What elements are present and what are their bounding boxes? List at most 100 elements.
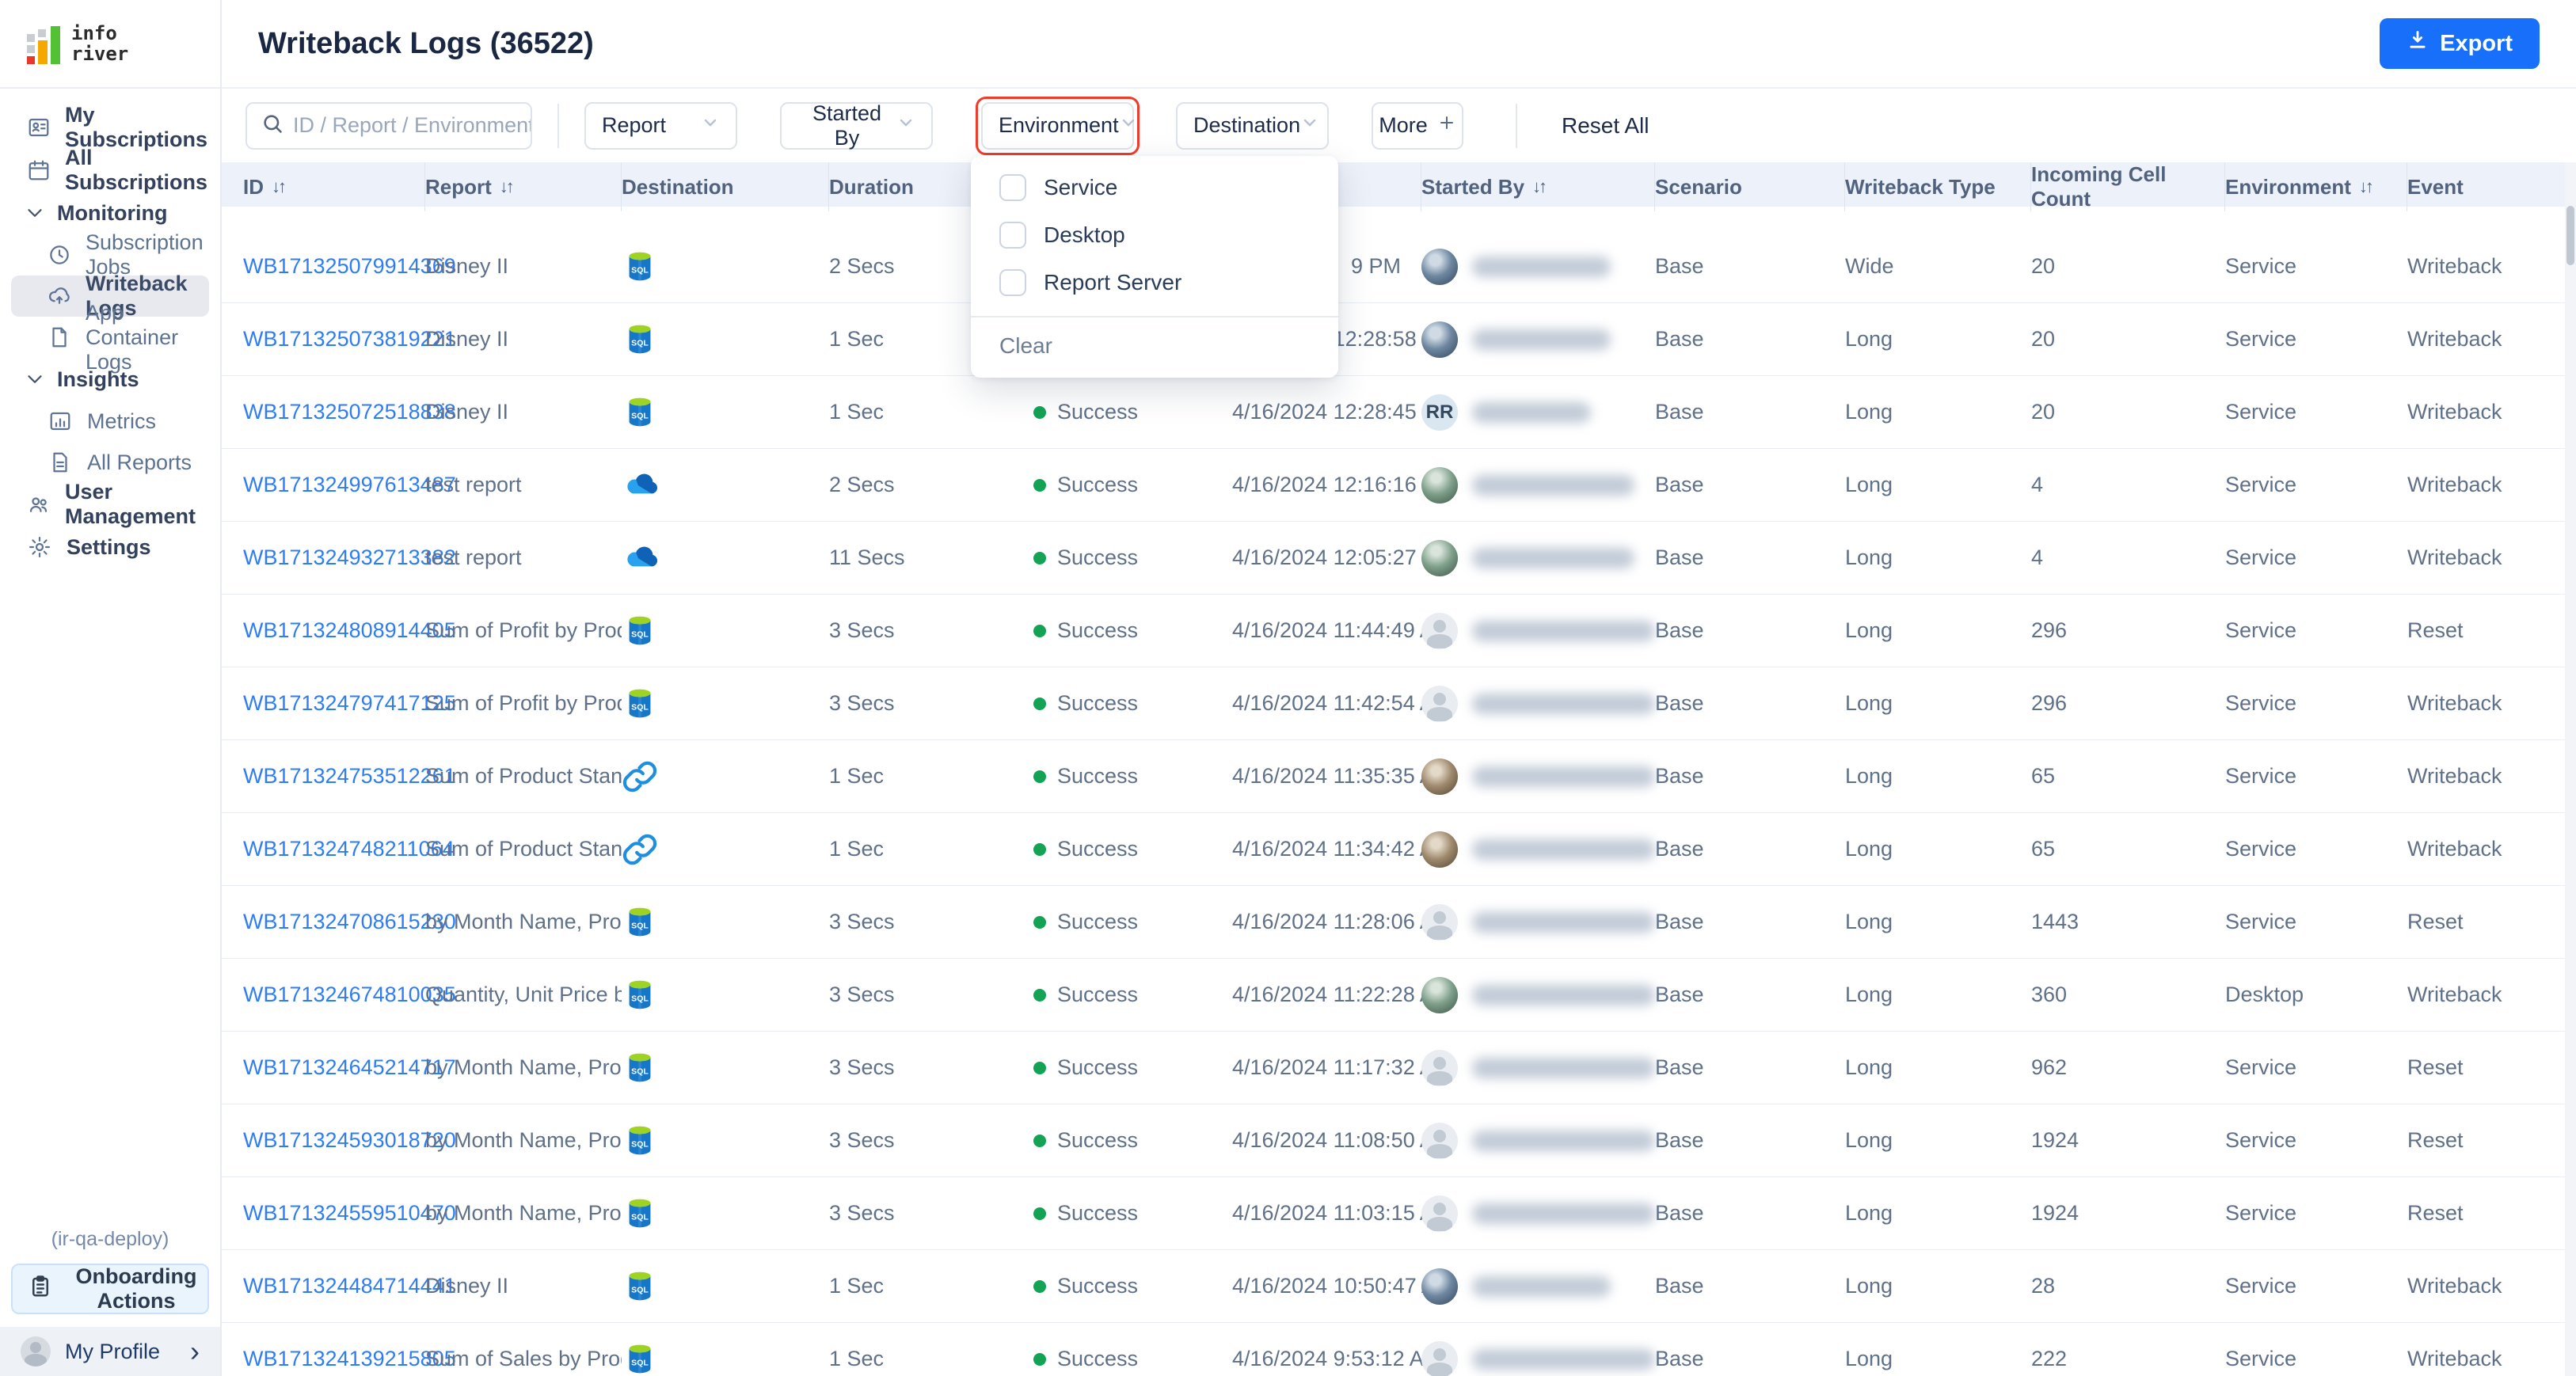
sort-arrows-icon[interactable]: ↓↑ bbox=[1532, 177, 1545, 197]
sidebar-item-label: Metrics bbox=[87, 409, 156, 434]
log-id-link[interactable]: WB171324748211064 bbox=[243, 837, 425, 861]
table-row: WB171324139215805Sum of Sales by Product… bbox=[222, 1323, 2576, 1376]
checkbox[interactable] bbox=[999, 269, 1026, 296]
log-id-link[interactable]: WB171324708615230 bbox=[243, 910, 425, 934]
log-id-link[interactable]: WB171324559510470 bbox=[243, 1201, 425, 1226]
writeback-type-value: Long bbox=[1845, 545, 2031, 570]
status-label: Success bbox=[1057, 983, 1138, 1007]
started-at-value: 4/16/2024 11:28:06 AM bbox=[1232, 910, 1421, 934]
environment-option-desktop[interactable]: Desktop bbox=[971, 211, 1338, 259]
column-header-report[interactable]: Report↓↑ bbox=[425, 162, 622, 211]
environment-option-service[interactable]: Service bbox=[971, 164, 1338, 211]
table-row: WB171324559510470by Month Name, Product,… bbox=[222, 1177, 2576, 1250]
user-name-redacted bbox=[1472, 548, 1634, 568]
option-label: Report Server bbox=[1044, 270, 1181, 295]
sidebar-item-my-subscriptions[interactable]: My Subscriptions bbox=[0, 106, 220, 149]
log-id-link[interactable]: WB171324997613487 bbox=[243, 473, 425, 497]
report-name: Sum of Profit by Product, S bbox=[425, 691, 622, 716]
sidebar-item-label: My Subscriptions bbox=[65, 103, 220, 152]
duration-value: 1 Sec bbox=[829, 400, 1033, 424]
topbar: Writeback Logs (36522) Export bbox=[222, 0, 2576, 89]
started-at-value: 4/16/2024 11:44:49 AM bbox=[1232, 618, 1421, 643]
sidebar-bottom: (ir-qa-deploy) Onboarding Actions My Pro… bbox=[0, 1228, 220, 1376]
log-id-link[interactable]: WB171324484714441 bbox=[243, 1274, 425, 1298]
user-name-redacted bbox=[1472, 1276, 1611, 1297]
search-input[interactable] bbox=[293, 113, 531, 138]
scenario-value: Base bbox=[1655, 691, 1845, 716]
started-at-value: 4/16/2024 9:53:12 AM bbox=[1232, 1347, 1421, 1371]
started-at-value: 4/16/2024 11:17:32 AM bbox=[1232, 1055, 1421, 1080]
export-button[interactable]: Export bbox=[2380, 18, 2540, 69]
sidebar-item-settings[interactable]: Settings bbox=[0, 526, 220, 568]
column-header-environment[interactable]: Environment↓↑ bbox=[2225, 162, 2407, 211]
status-badge: Success bbox=[1033, 764, 1232, 789]
sort-arrows-icon[interactable]: ↓↑ bbox=[2359, 177, 2372, 197]
svg-text:SQL: SQL bbox=[631, 702, 649, 712]
log-id-link[interactable]: WB171324932713382 bbox=[243, 545, 425, 570]
checkbox[interactable] bbox=[999, 174, 1026, 201]
event-value: Reset bbox=[2407, 910, 2576, 934]
filter-environment-button[interactable]: Environment bbox=[981, 102, 1134, 150]
sidebar-item-monitoring[interactable]: Monitoring bbox=[0, 192, 220, 234]
table-row: WB171324593018720by Month Name, Product,… bbox=[222, 1104, 2576, 1177]
sidebar-item-app-container-logs[interactable]: App Container Logs bbox=[0, 317, 220, 358]
log-id-link[interactable]: WB171325073819221 bbox=[243, 327, 425, 352]
status-label: Success bbox=[1057, 910, 1138, 934]
log-id-link[interactable]: WB171324753512261 bbox=[243, 764, 425, 789]
incoming-cell-count-value: 962 bbox=[2031, 1055, 2225, 1080]
scrollbar-thumb[interactable] bbox=[2566, 206, 2574, 265]
user-name-redacted bbox=[1472, 329, 1611, 350]
sidebar-item-user-management[interactable]: User Management bbox=[0, 483, 220, 526]
log-id-link[interactable]: WB171324645214717 bbox=[243, 1055, 425, 1080]
search-box[interactable] bbox=[245, 102, 532, 150]
log-id-link[interactable]: WB171325079914369 bbox=[243, 254, 425, 279]
table-row: WB171324645214717by Month Name, Product,… bbox=[222, 1032, 2576, 1104]
calendar-icon bbox=[27, 158, 51, 182]
checkbox[interactable] bbox=[999, 222, 1026, 249]
incoming-cell-count-value: 65 bbox=[2031, 837, 2225, 861]
column-header-started-by[interactable]: Started By↓↑ bbox=[1421, 162, 1655, 211]
log-id-link[interactable]: WB171324797417125 bbox=[243, 691, 425, 716]
report-name: Sum of Product Standard C bbox=[425, 764, 622, 789]
column-header-id[interactable]: ID↓↑ bbox=[243, 162, 425, 211]
sort-arrows-icon[interactable]: ↓↑ bbox=[500, 177, 512, 197]
environment-value: Service bbox=[2225, 473, 2407, 497]
gear-icon bbox=[27, 535, 52, 559]
table-row: WB171324708615230by Month Name, Product,… bbox=[222, 886, 2576, 959]
sidebar-item-all-subscriptions[interactable]: All Subscriptions bbox=[0, 149, 220, 192]
vertical-scrollbar[interactable] bbox=[2565, 162, 2576, 1376]
my-profile-item[interactable]: My Profile › bbox=[0, 1327, 220, 1376]
success-dot-icon bbox=[1033, 843, 1046, 856]
more-filters-button[interactable]: More bbox=[1372, 102, 1463, 150]
destination-sql-icon: SQL bbox=[622, 394, 829, 431]
report-name: Sum of Profit by Product, S bbox=[425, 618, 622, 643]
log-id-link[interactable]: WB171324808914405 bbox=[243, 618, 425, 643]
svg-text:SQL: SQL bbox=[631, 629, 649, 639]
started-by-cell bbox=[1421, 321, 1655, 358]
sort-arrows-icon[interactable]: ↓↑ bbox=[272, 177, 284, 197]
export-label: Export bbox=[2440, 31, 2513, 57]
report-name: by Month Name, Product, S bbox=[425, 1055, 622, 1080]
filter-started-by-button[interactable]: Started By bbox=[780, 102, 933, 150]
environment-value: Service bbox=[2225, 691, 2407, 716]
sidebar-item-label: Monitoring bbox=[57, 201, 167, 226]
reset-all-button[interactable]: Reset All bbox=[1562, 113, 1649, 139]
sidebar-item-metrics[interactable]: Metrics bbox=[0, 401, 220, 442]
success-dot-icon bbox=[1033, 1353, 1046, 1366]
filter-report-button[interactable]: Report bbox=[584, 102, 737, 150]
sidebar-item-all-reports[interactable]: All Reports bbox=[0, 442, 220, 483]
app-logo: inforiver bbox=[0, 0, 220, 89]
log-id-link[interactable]: WB171324674810035 bbox=[243, 983, 425, 1007]
log-id-link[interactable]: WB171325072518838 bbox=[243, 400, 425, 424]
status-label: Success bbox=[1057, 1201, 1138, 1226]
onboarding-actions-button[interactable]: Onboarding Actions bbox=[11, 1264, 209, 1314]
environment-option-report-server[interactable]: Report Server bbox=[971, 259, 1338, 306]
log-id-link[interactable]: WB171324593018720 bbox=[243, 1128, 425, 1153]
column-label: Destination bbox=[622, 175, 734, 200]
environment-value: Service bbox=[2225, 837, 2407, 861]
filter-destination-button[interactable]: Destination bbox=[1176, 102, 1329, 150]
log-id-link[interactable]: WB171324139215805 bbox=[243, 1347, 425, 1371]
dropdown-clear-button[interactable]: Clear bbox=[971, 317, 1338, 378]
report-name: by Month Name, Product, S bbox=[425, 910, 622, 934]
sidebar-item-subscription-jobs[interactable]: Subscription Jobs bbox=[0, 234, 220, 276]
